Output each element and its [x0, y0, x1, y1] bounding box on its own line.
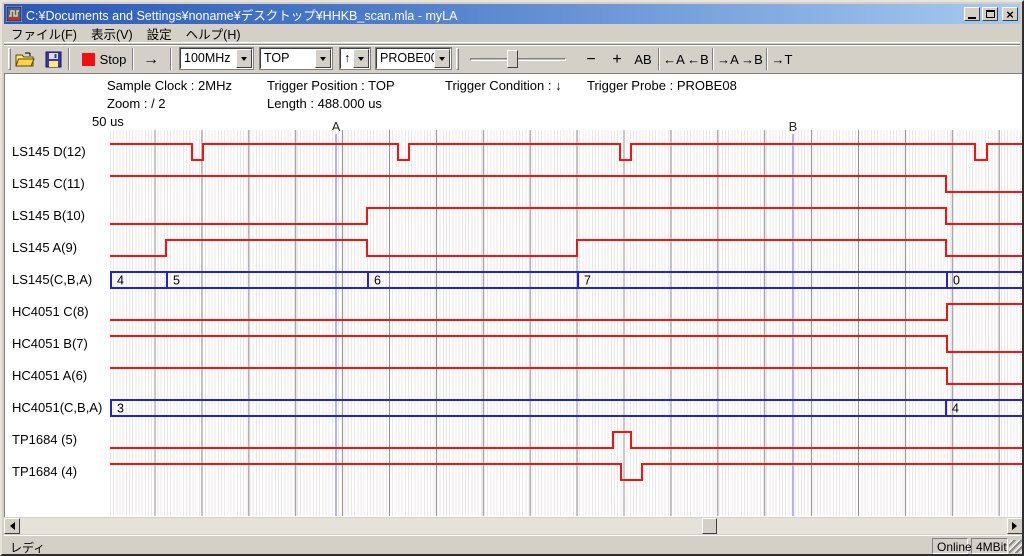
trigger-edge-combobox[interactable]: ↑	[340, 48, 370, 69]
trigger-edge-dropdown-button[interactable]	[353, 49, 369, 68]
stop-square-icon	[82, 53, 95, 66]
channel-label: LS145 D(12)	[12, 144, 86, 160]
channel-label: LS145 A(9)	[12, 240, 77, 256]
menu-bar: ファイル(F) 表示(V) 設定 ヘルプ(H)	[4, 25, 1020, 43]
info-zoom: Zoom : / 2	[107, 96, 166, 111]
chevron-down-icon	[320, 57, 326, 64]
move-cursor-b-button[interactable]: →B	[740, 48, 764, 71]
zoom-slider[interactable]	[468, 48, 568, 70]
stop-button[interactable]: Stop	[78, 48, 130, 71]
bus-value: 7	[584, 274, 591, 288]
menu-file[interactable]: ファイル(F)	[4, 23, 84, 44]
move-cursor-a-button[interactable]: →A	[716, 48, 740, 71]
trigger-edge-value: ↑	[341, 49, 353, 68]
maximize-icon	[986, 10, 995, 18]
chevron-down-icon	[241, 57, 247, 64]
waveform-plot[interactable]: 4 5 6 7 0 3 4	[110, 130, 1023, 516]
bus-value: 3	[117, 402, 124, 416]
channel-label: HC4051 B(7)	[12, 336, 88, 352]
bus-value: 6	[374, 274, 381, 288]
channel-label: TP1684 (5)	[12, 432, 77, 448]
time-scale-label: 50 us	[92, 114, 124, 129]
channel-label: HC4051 C(8)	[12, 304, 89, 320]
trigger-probe-value: PROBE00	[377, 49, 434, 68]
close-icon: ×	[1006, 9, 1014, 20]
menu-view[interactable]: 表示(V)	[84, 23, 140, 44]
toolbar-separator	[170, 48, 172, 70]
status-bar: レディ Online 4MBit	[4, 535, 1023, 555]
info-sample-clock: Sample Clock : 2MHz	[107, 78, 232, 93]
window-title: C:¥Documents and Settings¥noname¥デスクトップ¥…	[26, 5, 962, 24]
menu-settings[interactable]: 設定	[140, 23, 179, 44]
channel-label: LS145 C(11)	[12, 176, 85, 192]
chevron-down-icon	[358, 57, 364, 64]
bus-value: 0	[953, 274, 960, 288]
arrow-right-icon	[1012, 522, 1021, 530]
bus-value: 4	[952, 402, 959, 416]
toolbar-gripper	[8, 48, 11, 70]
scroll-left-button[interactable]	[4, 518, 20, 534]
app-window: C:¥Documents and Settings¥noname¥デスクトップ¥…	[0, 0, 1024, 556]
waveform-client-area: Sample Clock : 2MHz Trigger Position : T…	[4, 73, 1023, 517]
open-folder-icon	[15, 52, 35, 68]
info-trigger-probe: Trigger Probe : PROBE08	[587, 78, 737, 93]
app-icon	[6, 6, 22, 22]
channel-label: TP1684 (4)	[12, 464, 77, 480]
maximize-button[interactable]	[982, 7, 998, 21]
bus-value: 5	[173, 274, 180, 288]
close-button[interactable]: ×	[1002, 7, 1018, 21]
ab-button[interactable]: AB	[630, 48, 656, 71]
move-trigger-button[interactable]: →T	[770, 48, 794, 71]
trigger-probe-combobox[interactable]: PROBE00	[376, 48, 451, 69]
resize-grip[interactable]	[1009, 540, 1022, 553]
channel-label: LS145(C,B,A)	[12, 272, 92, 288]
trigger-position-combobox[interactable]: TOP	[260, 48, 332, 69]
toolbar-separator	[68, 48, 70, 70]
info-trigger-condition: Trigger Condition : ↓	[445, 78, 562, 93]
run-button[interactable]: →	[138, 48, 164, 71]
bus-value: 4	[117, 274, 124, 288]
goto-cursor-a-button[interactable]: ←A	[662, 48, 686, 71]
zoom-slider-track	[470, 58, 566, 61]
chevron-down-icon	[439, 57, 445, 64]
scroll-right-button[interactable]	[1007, 518, 1023, 534]
zoom-slider-thumb[interactable]	[507, 50, 518, 68]
info-trigger-position: Trigger Position : TOP	[267, 78, 395, 93]
status-online-badge: Online	[932, 538, 968, 554]
status-memory-badge: 4MBit	[971, 538, 1008, 554]
trigger-position-dropdown-button[interactable]	[315, 49, 331, 68]
zoom-in-button[interactable]: +	[606, 48, 628, 71]
sample-rate-value: 100MHz	[181, 49, 236, 68]
save-floppy-icon	[45, 51, 62, 68]
trigger-probe-dropdown-button[interactable]	[434, 49, 450, 68]
menu-help[interactable]: ヘルプ(H)	[179, 23, 248, 44]
toolbar-separator	[766, 48, 768, 70]
info-length: Length : 488.000 us	[267, 96, 382, 111]
toolbar-separator	[132, 48, 134, 70]
status-ready-text: レディ	[10, 539, 45, 556]
run-arrow-icon: →	[143, 51, 159, 69]
channel-label: HC4051 A(6)	[12, 368, 87, 384]
save-button[interactable]	[40, 48, 66, 71]
open-file-button[interactable]	[12, 48, 38, 71]
stop-label: Stop	[100, 52, 127, 67]
minimize-button[interactable]	[964, 7, 980, 21]
title-bar: C:¥Documents and Settings¥noname¥デスクトップ¥…	[4, 4, 1020, 24]
channel-label: LS145 B(10)	[12, 208, 85, 224]
goto-cursor-b-button[interactable]: ←B	[686, 48, 710, 71]
toolbar-gripper	[456, 48, 459, 70]
sample-rate-combobox[interactable]: 100MHz	[180, 48, 253, 69]
toolbar: Stop → 100MHz TOP ↑ PROBE00 − + AB	[4, 44, 1020, 72]
arrow-left-icon	[6, 522, 15, 530]
zoom-out-button[interactable]: −	[580, 48, 602, 71]
trigger-position-value: TOP	[261, 49, 315, 68]
horizontal-scrollbar[interactable]	[4, 518, 1023, 534]
toolbar-separator	[712, 48, 714, 70]
sample-rate-dropdown-button[interactable]	[236, 49, 252, 68]
channel-label: HC4051(C,B,A)	[12, 400, 102, 416]
toolbar-separator	[658, 48, 660, 70]
waveform-canvas: 4 5 6 7 0 3 4	[110, 130, 1023, 516]
minimize-icon	[968, 17, 976, 19]
scrollbar-thumb[interactable]	[702, 518, 717, 534]
